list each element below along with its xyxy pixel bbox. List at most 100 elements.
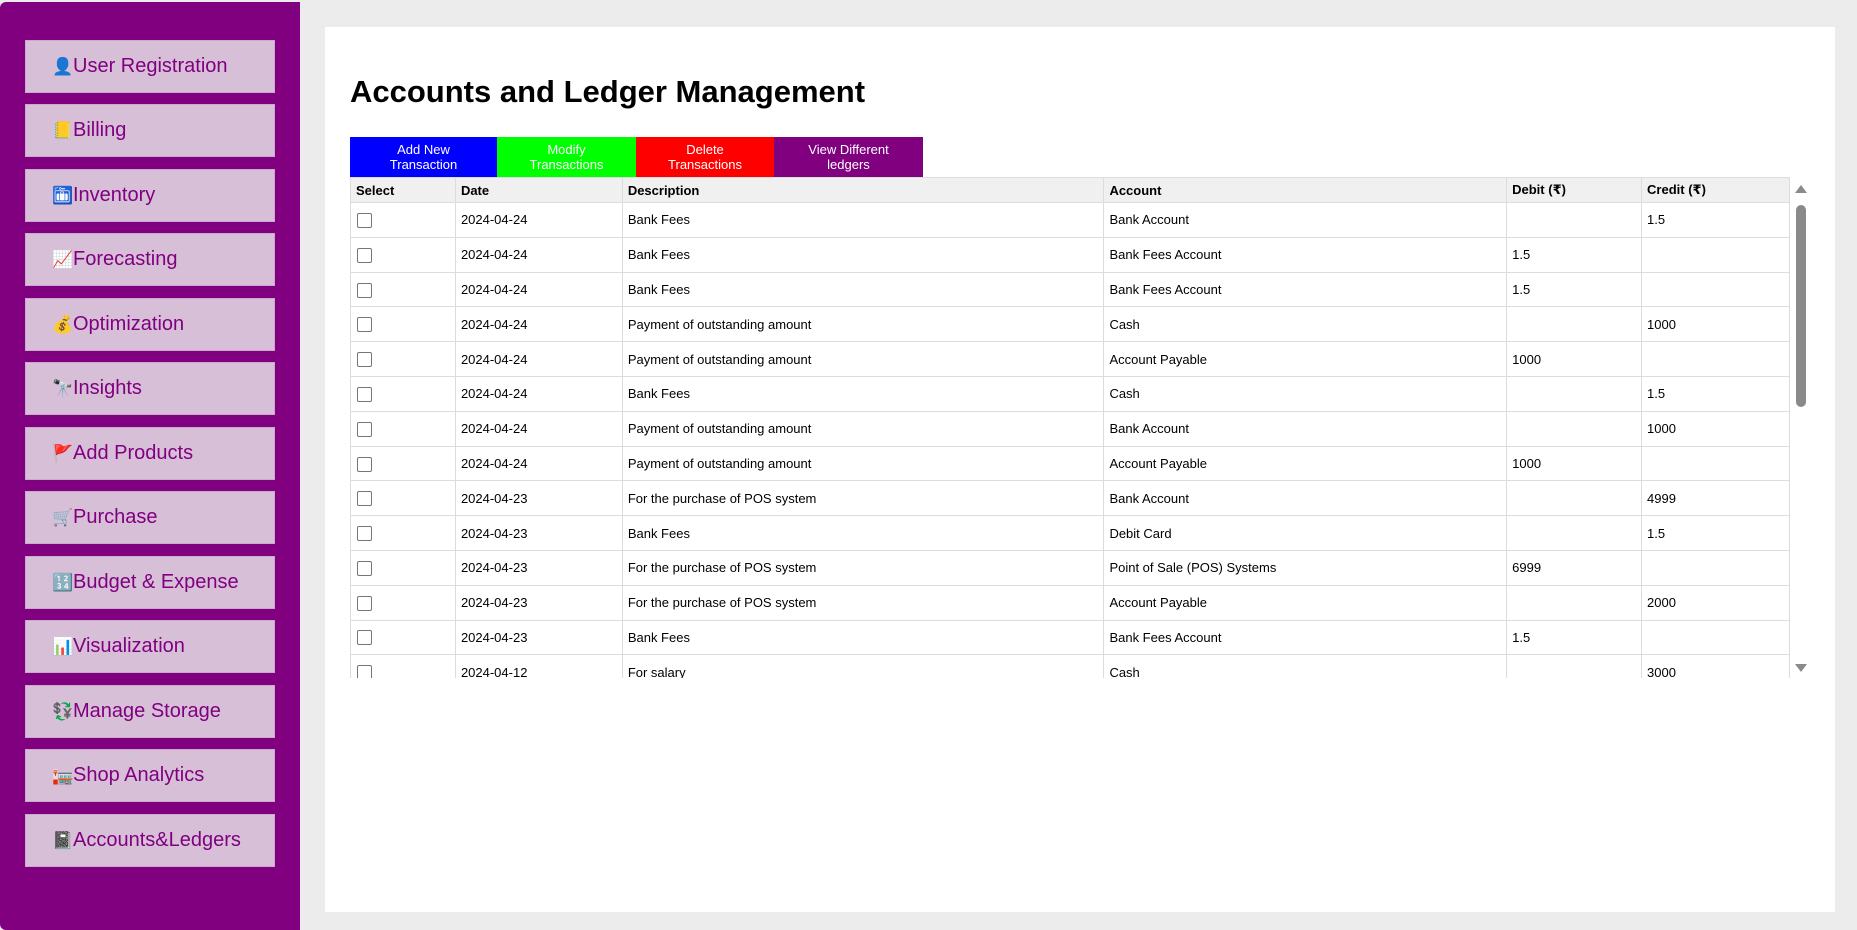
account-cell: Bank Fees Account <box>1103 271 1508 308</box>
view-ledgers-button[interactable]: View Different ledgers <box>774 137 923 177</box>
sidebar-item-forecasting[interactable]: 📈 Forecasting <box>25 233 275 286</box>
sidebar-item-user-registration[interactable]: 👤 User Registration <box>25 40 275 93</box>
sidebar-item-label: Purchase <box>73 506 158 528</box>
sidebar-item-purchase[interactable]: 🛒 Purchase <box>25 491 275 544</box>
column-header-credit: Credit (₹) <box>1641 177 1790 203</box>
bar-chart-icon: 📊 <box>52 636 74 657</box>
date-cell: 2024-04-12 <box>454 654 623 678</box>
description-cell: For salary <box>621 654 1105 678</box>
debit-cell <box>1506 480 1643 517</box>
debit-cell: 1000 <box>1506 445 1643 482</box>
debit-cell: 1.5 <box>1506 236 1643 273</box>
sidebar-item-label: Inventory <box>73 184 156 206</box>
table-row: 2024-04-24 Payment of outstanding amount… <box>350 306 1790 343</box>
account-cell: Bank Account <box>1103 480 1508 517</box>
sidebar-item-manage-storage[interactable]: 💱 Manage Storage <box>25 685 275 738</box>
sidebar-item-shop-analytics[interactable]: 🏣 Shop Analytics <box>25 749 275 802</box>
date-cell: 2024-04-24 <box>454 375 623 412</box>
select-cell <box>350 549 456 586</box>
select-cell <box>350 515 456 551</box>
account-cell: Account Payable <box>1103 584 1508 621</box>
select-cell <box>350 584 456 621</box>
table-row: 2024-04-23 For the purchase of POS syste… <box>350 480 1790 517</box>
credit-cell: 3000 <box>1641 654 1790 678</box>
description-cell: Payment of outstanding amount <box>621 341 1105 377</box>
credit-cell: 1.5 <box>1641 202 1790 238</box>
account-cell: Debit Card <box>1103 515 1508 551</box>
sidebar-item-insights[interactable]: 🔭 Insights <box>25 362 275 415</box>
sidebar-item-inventory[interactable]: 🛅 Inventory <box>25 169 275 222</box>
description-cell: Bank Fees <box>621 271 1105 308</box>
column-header-account: Account <box>1103 177 1508 203</box>
row-select-checkbox[interactable] <box>357 456 372 472</box>
column-header-description: Description <box>621 177 1105 203</box>
money-bag-icon: 💰 <box>52 314 74 335</box>
sidebar-item-label: Insights <box>73 377 142 399</box>
row-select-checkbox[interactable] <box>357 282 372 298</box>
sidebar-item-budget-expense[interactable]: 🔢 Budget & Expense <box>25 556 275 609</box>
add-new-transaction-button[interactable]: Add New Transaction <box>350 137 497 177</box>
row-select-checkbox[interactable] <box>357 665 372 678</box>
modify-transactions-button[interactable]: Modify Transactions <box>497 137 636 177</box>
date-cell: 2024-04-23 <box>454 480 623 517</box>
description-cell: Payment of outstanding amount <box>621 410 1105 447</box>
row-select-checkbox[interactable] <box>357 352 372 368</box>
description-cell: Bank Fees <box>621 236 1105 273</box>
sidebar-item-billing[interactable]: 📒 Billing <box>25 104 275 157</box>
description-cell: Bank Fees <box>621 375 1105 412</box>
sidebar-item-label: Shop Analytics <box>73 764 205 786</box>
date-cell: 2024-04-24 <box>454 306 623 343</box>
select-cell <box>350 480 456 517</box>
sidebar-item-add-products[interactable]: 🚩 Add Products <box>25 427 275 480</box>
select-cell <box>350 236 456 273</box>
scroll-down-arrow-icon[interactable] <box>1795 664 1807 672</box>
credit-cell: 2000 <box>1641 584 1790 621</box>
description-cell: Payment of outstanding amount <box>621 306 1105 343</box>
sidebar-item-accounts-ledgers[interactable]: 📓 Accounts&Ledgers <box>25 814 275 867</box>
scrollbar-thumb[interactable] <box>1796 205 1806 407</box>
table-scrollbar[interactable] <box>1793 177 1809 678</box>
telescope-icon: 🔭 <box>52 378 74 399</box>
column-header-date: Date <box>454 177 623 203</box>
debit-cell <box>1506 654 1643 678</box>
sidebar-item-visualization[interactable]: 📊 Visualization <box>25 620 275 673</box>
credit-cell: 1000 <box>1641 306 1790 343</box>
table-row: 2024-04-12 For salary Cash 3000 <box>350 654 1790 678</box>
sidebar-item-label: Billing <box>73 119 127 141</box>
sidebar-item-optimization[interactable]: 💰 Optimization <box>25 298 275 351</box>
account-cell: Bank Fees Account <box>1103 236 1508 273</box>
date-cell: 2024-04-23 <box>454 515 623 551</box>
row-select-checkbox[interactable] <box>357 560 372 576</box>
sidebar-item-label: Budget & Expense <box>73 571 239 593</box>
inventory-locker-icon: 🛅 <box>52 185 74 206</box>
select-cell <box>350 410 456 447</box>
credit-cell: 1.5 <box>1641 515 1790 551</box>
row-select-checkbox[interactable] <box>357 317 372 333</box>
table-row: 2024-04-23 Bank Fees Bank Fees Account 1… <box>350 619 1790 656</box>
row-select-checkbox[interactable] <box>357 421 372 437</box>
row-select-checkbox[interactable] <box>357 247 372 263</box>
select-cell <box>350 306 456 343</box>
row-select-checkbox[interactable] <box>357 630 372 646</box>
scroll-up-arrow-icon[interactable] <box>1795 185 1807 193</box>
credit-cell <box>1641 445 1790 482</box>
page-title: Accounts and Ledger Management <box>350 74 866 109</box>
date-cell: 2024-04-24 <box>454 271 623 308</box>
numbers-icon: 🔢 <box>52 572 74 593</box>
red-flag-icon: 🚩 <box>52 443 74 464</box>
app-root: 👤 User Registration 📒 Billing 🛅 Inventor… <box>0 0 1857 930</box>
debit-cell: 1000 <box>1506 341 1643 377</box>
table-row: 2024-04-24 Bank Fees Cash 1.5 <box>350 375 1790 412</box>
table-row: 2024-04-24 Payment of outstanding amount… <box>350 410 1790 447</box>
row-select-checkbox[interactable] <box>357 212 372 228</box>
row-select-checkbox[interactable] <box>357 595 372 611</box>
account-cell: Account Payable <box>1103 341 1508 377</box>
delete-transactions-button[interactable]: Delete Transactions <box>636 137 774 177</box>
row-select-checkbox[interactable] <box>357 526 372 542</box>
column-header-select: Select <box>350 177 456 203</box>
row-select-checkbox[interactable] <box>357 386 372 402</box>
ledger-book-icon: 📒 <box>52 120 74 141</box>
row-select-checkbox[interactable] <box>357 491 372 507</box>
description-cell: Bank Fees <box>621 515 1105 551</box>
credit-cell: 1.5 <box>1641 375 1790 412</box>
